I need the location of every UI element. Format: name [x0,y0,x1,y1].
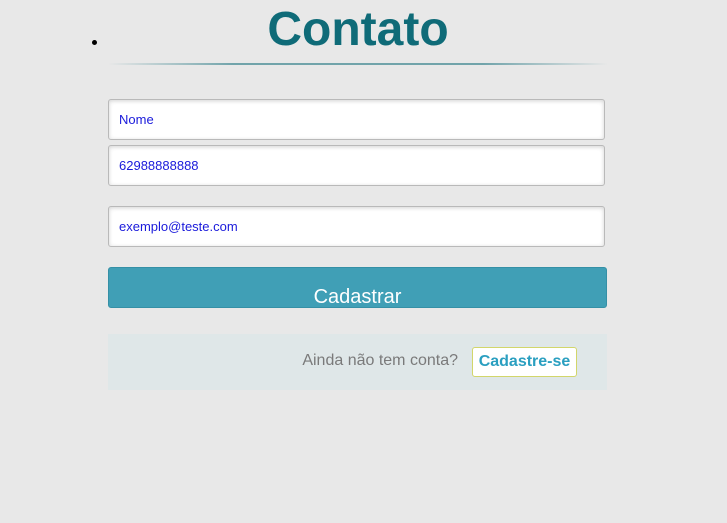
name-field[interactable] [108,99,605,140]
email-field[interactable] [108,206,605,247]
signup-prompt: Ainda não tem conta? [302,352,458,369]
contact-page: Contato Cadastrar Ainda não tem conta? C… [0,0,727,523]
signup-link[interactable]: Cadastre-se [472,347,577,377]
register-button[interactable]: Cadastrar [108,267,607,308]
page-title: Contato [267,3,449,56]
title-divider [108,63,608,65]
signup-panel: Ainda não tem conta? Cadastre-se [108,334,607,390]
phone-field[interactable] [108,145,605,186]
